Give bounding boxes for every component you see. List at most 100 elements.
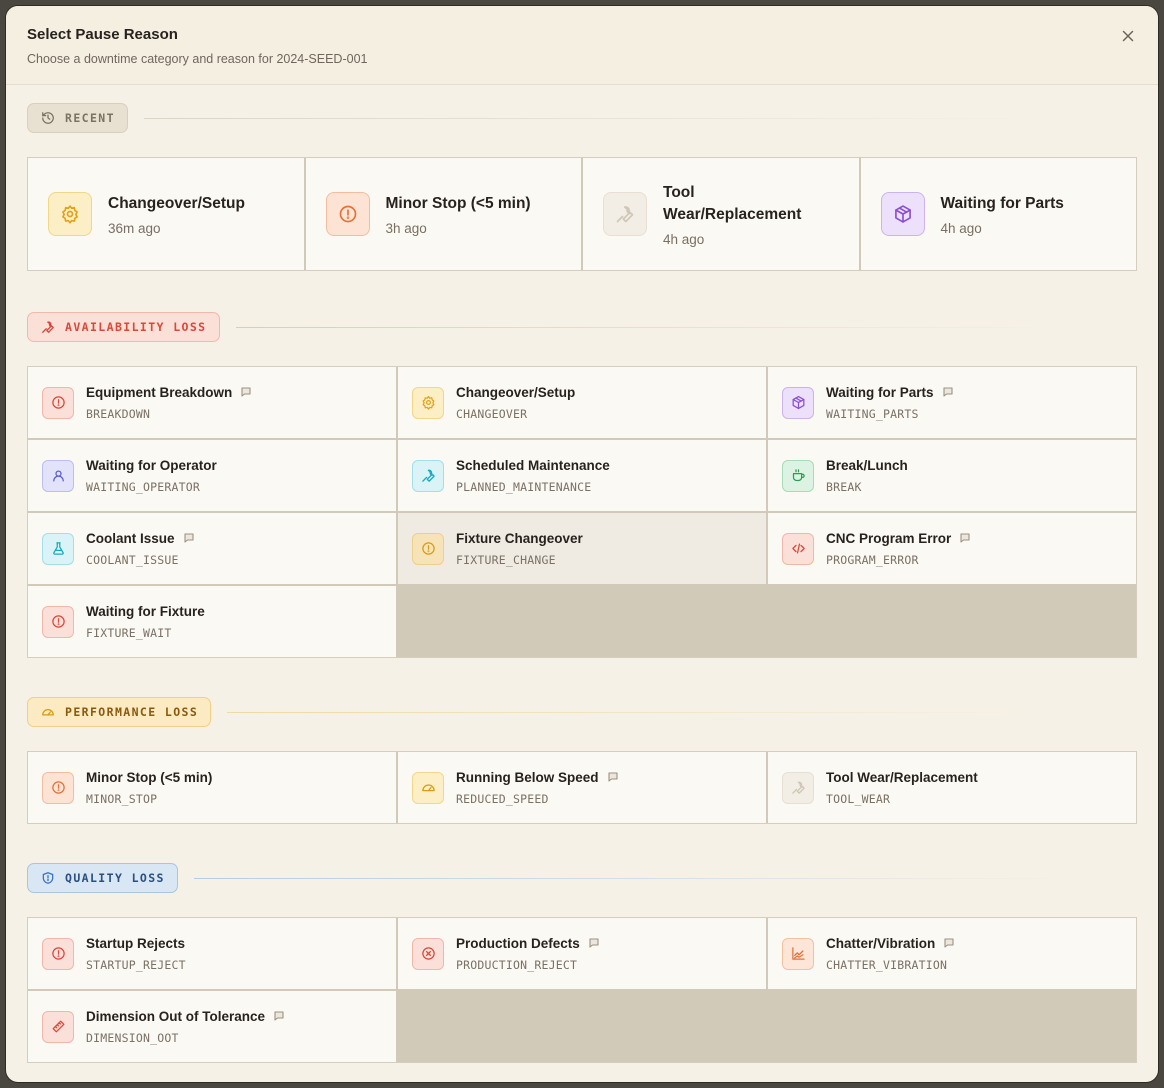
recent-reason-text: Minor Stop (<5 min) 3h ago <box>386 193 531 236</box>
alert-circle-icon <box>421 542 435 555</box>
shield-icon <box>42 872 54 884</box>
reason-code: CHANGEOVER <box>456 406 528 421</box>
reason-card-break[interactable]: Break/Lunch BREAK <box>768 440 1136 511</box>
reason-code: DIMENSION_OOT <box>86 1030 179 1045</box>
coffee-icon <box>792 469 805 482</box>
quality-label: QUALITY LOSS <box>65 871 165 885</box>
availability-divider <box>235 326 1076 328</box>
recent-reasons-grid: Changeover/Setup 36m ago Minor Stop (<5 mi… <box>27 157 1137 271</box>
gear-icon <box>62 205 78 224</box>
reason-icon-tile <box>412 532 444 565</box>
availability-section-header: AVAILABILITY LOSS <box>27 312 1076 342</box>
comment-icon <box>960 533 970 543</box>
reason-name-row: Waiting for Fixture <box>86 604 205 619</box>
reason-code: FIXTURE_WAIT <box>86 625 172 640</box>
reason-icon-tile <box>42 937 74 970</box>
reason-icon-tile <box>782 386 814 419</box>
reason-card-fixture-wait[interactable]: Waiting for Fixture FIXTURE_WAIT <box>28 586 396 657</box>
performance-label: PERFORMANCE LOSS <box>65 705 199 719</box>
reason-text: Scheduled Maintenance PLANNED_MAINTENANCE <box>456 458 610 494</box>
recent-label: RECENT <box>65 111 115 125</box>
reason-name-row: Changeover/Setup <box>456 385 575 400</box>
reason-card-minor-stop[interactable]: Minor Stop (<5 min) MINOR_STOP <box>28 752 396 823</box>
reason-name: Tool Wear/Replacement <box>826 769 978 785</box>
flask-icon <box>52 542 64 555</box>
reason-text: Equipment Breakdown BREAKDOWN <box>86 385 252 421</box>
recent-reason-text: Waiting for Parts 4h ago <box>941 193 1064 236</box>
reason-card-production-reject[interactable]: Production Defects PRODUCTION_REJECT <box>398 918 766 989</box>
package-icon <box>894 205 911 223</box>
reason-name-row: Chatter/Vibration <box>826 936 955 951</box>
recent-reason-name: Tool Wear/Replacement <box>663 183 802 223</box>
reason-code: COOLANT_ISSUE <box>86 552 179 567</box>
gauge-icon <box>42 709 54 716</box>
reason-card-fixture-change[interactable]: Fixture Changeover FIXTURE_CHANGE <box>398 513 766 584</box>
reason-card-tool-wear[interactable]: Tool Wear/Replacement TOOL_WEAR <box>768 752 1136 823</box>
reason-card-breakdown[interactable]: Equipment Breakdown BREAKDOWN <box>28 367 396 438</box>
close-icon[interactable] <box>1120 28 1136 44</box>
comment-icon <box>607 772 618 782</box>
reason-card-chatter-vibration[interactable]: Chatter/Vibration CHATTER_VIBRATION <box>768 918 1136 989</box>
reason-code: BREAK <box>826 479 862 494</box>
recent-reason-card[interactable]: Minor Stop (<5 min) 3h ago <box>305 158 581 270</box>
reason-name-row: Fixture Changeover <box>456 531 583 546</box>
reason-name-row: Waiting for Operator <box>86 458 217 473</box>
reason-text: Running Below Speed REDUCED_SPEED <box>456 770 619 806</box>
grid-empty-space <box>398 586 1136 657</box>
reason-name-row: Tool Wear/Replacement <box>826 770 978 785</box>
reason-code: BREAKDOWN <box>86 406 151 421</box>
quality-badge: QUALITY LOSS <box>27 863 178 893</box>
reason-name-row: Startup Rejects <box>86 936 186 951</box>
reason-card-waiting-operator[interactable]: Waiting for Operator WAITING_OPERATOR <box>28 440 396 511</box>
reason-icon-tile <box>42 605 74 638</box>
reason-icon-tile <box>325 192 370 236</box>
reason-name-row: Waiting for Parts <box>826 385 954 400</box>
reason-card-program-error[interactable]: CNC Program Error PROGRAM_ERROR <box>768 513 1136 584</box>
reason-icon-tile <box>42 459 74 492</box>
ruler-icon <box>52 1020 64 1033</box>
comment-icon <box>274 1011 284 1021</box>
reason-name-row: Break/Lunch <box>826 458 908 473</box>
recent-reason-time: 3h ago <box>385 220 427 236</box>
reason-code: PRODUCTION_REJECT <box>456 957 578 972</box>
reason-card-startup-reject[interactable]: Startup Rejects STARTUP_REJECT <box>28 918 396 989</box>
recent-reason-time: 4h ago <box>663 231 705 247</box>
dialog-title: Select Pause Reason <box>27 26 178 43</box>
reason-icon-tile <box>412 937 444 970</box>
reason-name-row: Minor Stop (<5 min) <box>86 770 212 785</box>
recent-reason-text: Changeover/Setup 36m ago <box>108 193 245 236</box>
reason-text: Tool Wear/Replacement TOOL_WEAR <box>826 770 978 806</box>
quality-section-header: QUALITY LOSS <box>27 863 1084 893</box>
alert-circle-icon <box>51 615 65 628</box>
reason-card-reduced-speed[interactable]: Running Below Speed REDUCED_SPEED <box>398 752 766 823</box>
reason-name-row: Running Below Speed <box>456 770 619 785</box>
reason-card-waiting-parts[interactable]: Waiting for Parts WAITING_PARTS <box>768 367 1136 438</box>
reason-name: Break/Lunch <box>826 457 908 473</box>
performance-reasons-grid: Minor Stop (<5 min) MINOR_STOP Running Bel… <box>27 751 1137 824</box>
pause-reason-dialog: Select Pause Reason Choose a downtime ca… <box>6 6 1158 1082</box>
reason-name-row: CNC Program Error <box>826 531 971 546</box>
x-circle-icon <box>421 947 435 960</box>
recent-reason-card[interactable]: Changeover/Setup 36m ago <box>28 158 304 270</box>
reason-card-planned-maintenance[interactable]: Scheduled Maintenance PLANNED_MAINTENANCE <box>398 440 766 511</box>
recent-section-header: RECENT <box>27 103 1059 133</box>
reason-name: CNC Program Error <box>826 530 952 546</box>
recent-reason-name: Minor Stop (<5 min) <box>385 194 531 212</box>
reason-text: Waiting for Operator WAITING_OPERATOR <box>86 458 217 494</box>
reason-card-coolant-issue[interactable]: Coolant Issue COOLANT_ISSUE <box>28 513 396 584</box>
reason-code: STARTUP_REJECT <box>86 957 186 972</box>
reason-card-changeover[interactable]: Changeover/Setup CHANGEOVER <box>398 367 766 438</box>
dialog-subtitle: Choose a downtime category and reason fo… <box>27 52 368 66</box>
performance-divider <box>227 711 1058 713</box>
reason-card-dimension-oot[interactable]: Dimension Out of Tolerance DIMENSION_OOT <box>28 991 396 1062</box>
recent-reason-card[interactable]: Tool Wear/Replacement 4h ago <box>583 158 859 270</box>
reason-text: Changeover/Setup CHANGEOVER <box>456 385 575 421</box>
reason-text: Break/Lunch BREAK <box>826 458 908 494</box>
availability-badge: AVAILABILITY LOSS <box>27 312 220 342</box>
gauge-icon <box>421 784 435 792</box>
recent-reason-card[interactable]: Waiting for Parts 4h ago <box>860 158 1136 270</box>
reason-code: WAITING_OPERATOR <box>86 479 200 494</box>
quality-reasons-grid: Startup Rejects STARTUP_REJECT Production … <box>27 917 1137 1063</box>
reason-icon-tile <box>603 192 647 236</box>
reason-icon-tile <box>412 771 444 804</box>
